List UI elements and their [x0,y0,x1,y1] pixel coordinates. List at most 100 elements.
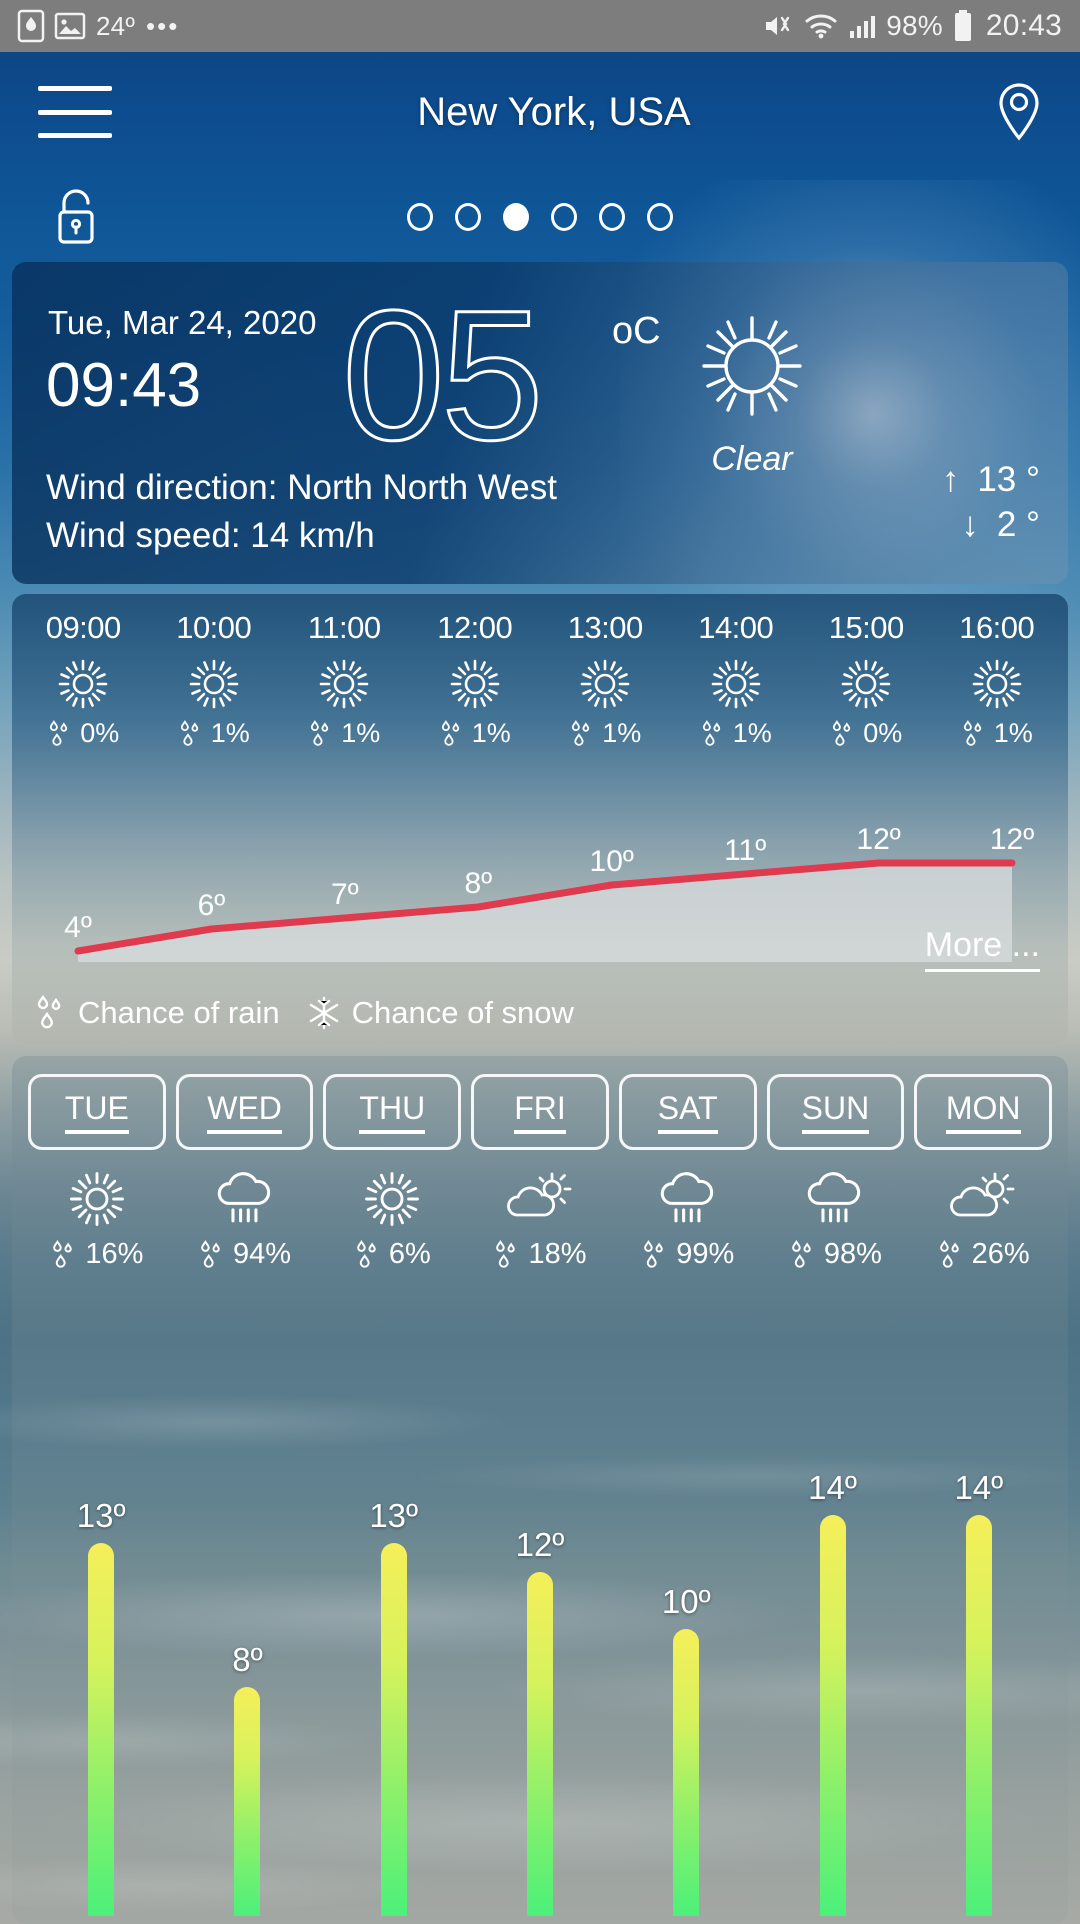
raindrops-icon [50,1239,78,1271]
weekly-bar-column[interactable]: 14º [906,1416,1052,1916]
legend-rain-label: Chance of rain [78,995,280,1030]
raindrops-icon [789,1239,817,1271]
sun-icon [969,656,1025,712]
hourly-time: 11:00 [307,610,381,645]
page-dot[interactable] [407,203,433,231]
page-indicator[interactable] [0,203,1080,231]
weekly-bar-column[interactable]: 8º [174,1416,320,1916]
hourly-rain-value: 1% [471,718,511,748]
weekly-day-item[interactable]: FRI 18% [471,1074,609,1271]
raindrops-icon [700,719,726,749]
page-dot-active[interactable] [503,203,529,231]
weekly-bar [526,1572,553,1916]
hourly-item[interactable]: 12:00 1% [410,610,541,749]
low-temperature: 2 ° [996,504,1040,544]
hourly-rain-value: 0% [863,718,903,748]
daily-rain-value: 98% [823,1238,882,1270]
hourly-item[interactable]: 09:00 0% [18,610,149,749]
sun-icon [357,1168,427,1230]
day-label: THU [359,1090,426,1134]
weekly-day-item[interactable]: TUE 16% [28,1074,166,1271]
hourly-item[interactable]: 14:00 1% [671,610,802,749]
day-button[interactable]: SAT [618,1074,757,1150]
weekly-forecast-card[interactable]: TUE 16% WED 94% THU 6% FRI 18% SAT 99% SUN 98% MON 26… [12,1056,1068,1924]
pager-row [0,172,1080,262]
raindrops-icon [308,719,334,749]
weekly-day-item[interactable]: SAT 99% [618,1074,757,1271]
weekly-bar-column[interactable]: 12º [467,1416,613,1916]
weekly-bar-value: 14º [808,1469,857,1506]
sun-cloud-icon [948,1168,1018,1230]
current-conditions-card[interactable]: Tue, Mar 24, 2020 09:43 05 oC Clear Wind… [12,262,1068,584]
day-label: SUN [801,1090,870,1134]
weekly-day-item[interactable]: SUN 98% [766,1074,905,1271]
hourly-rain-value: 1% [341,718,381,748]
daily-rain-chance: 98% [767,1238,905,1271]
day-button[interactable]: MON [914,1074,1053,1150]
page-dot[interactable] [599,203,625,231]
weekly-bar-column[interactable]: 10º [613,1416,759,1916]
hourly-forecast-card[interactable]: 09:00 0% 10:00 1% 11:00 1% 12:00 1% 13:00 1% 14:00… [12,594,1068,1044]
more-notifications-icon: ••• [146,10,180,41]
page-dot[interactable] [551,203,577,231]
sun-icon [577,656,633,712]
day-button[interactable]: THU [323,1074,462,1150]
weekly-temperature-chart: 13º 8º 13º 12º 10º 14º 14º [28,1416,1052,1916]
page-dot[interactable] [647,203,673,231]
weekly-bar-value: 13º [369,1497,419,1534]
hourly-time: 09:00 [45,610,122,645]
sun-icon [55,656,111,712]
battery-icon [954,10,972,42]
weekly-bar [965,1515,992,1916]
weekly-bar-column[interactable]: 13º [321,1416,467,1916]
legend-rain: Chance of rain [34,994,280,1032]
hourly-item[interactable]: 11:00 1% [279,610,410,749]
hourly-rain-chance: 0% [801,718,932,749]
hourly-item[interactable]: 13:00 1% [540,610,671,749]
weekly-day-item[interactable]: THU 6% [323,1074,462,1271]
hourly-rain-chance: 1% [149,718,280,749]
weekly-day-list: TUE 16% WED 94% THU 6% FRI 18% SAT 99% SUN 98% MON 26… [12,1056,1068,1271]
battery-saver-icon [17,9,45,43]
hourly-item[interactable]: 10:00 1% [149,610,280,749]
page-dot[interactable] [455,203,481,231]
day-label: MON [945,1090,1021,1134]
hourly-rain-value: 1% [210,718,250,748]
notification-temperature: 24º [96,10,136,41]
day-label: WED [207,1090,282,1134]
hamburger-menu-icon[interactable] [38,86,112,138]
weekly-bar-value: 14º [954,1469,1004,1506]
weekly-bar-column[interactable]: 14º [759,1416,905,1916]
current-date: Tue, Mar 24, 2020 [48,304,317,341]
day-button[interactable]: TUE [28,1074,166,1150]
volume-mute-icon [763,12,793,40]
sun-icon [662,302,842,442]
sun-icon [186,656,242,712]
daily-rain-value: 16% [85,1238,144,1270]
day-button[interactable]: WED [175,1074,314,1150]
snowflake-icon [306,995,342,1031]
hourly-item[interactable]: 15:00 0% [801,610,932,749]
raindrops-icon [569,719,595,749]
weekly-bar [380,1543,407,1916]
wind-speed: Wind speed: 14 km/h [46,516,375,555]
current-time: 09:43 [46,351,202,420]
weekly-bar-value: 13º [76,1497,126,1534]
weekly-bar-column[interactable]: 13º [28,1416,174,1916]
day-button[interactable]: FRI [471,1074,609,1150]
daily-rain-chance: 99% [619,1238,757,1271]
hourly-rain-chance: 0% [18,718,149,749]
location-pin-icon[interactable] [996,82,1042,142]
sun-icon [62,1168,132,1230]
cellular-signal-icon [849,13,876,39]
photo-icon [54,12,86,40]
weekly-day-item[interactable]: WED 94% [175,1074,314,1271]
weekly-day-item[interactable]: MON 26% [914,1074,1053,1271]
day-button[interactable]: SUN [766,1074,905,1150]
rain-cloud-icon [210,1168,280,1230]
daily-rain-chance: 94% [176,1238,314,1271]
rain-cloud-icon [800,1168,870,1230]
hourly-item[interactable]: 16:00 1% [932,610,1063,749]
weekly-bar [234,1687,261,1916]
more-link[interactable]: More ... [924,926,1040,972]
